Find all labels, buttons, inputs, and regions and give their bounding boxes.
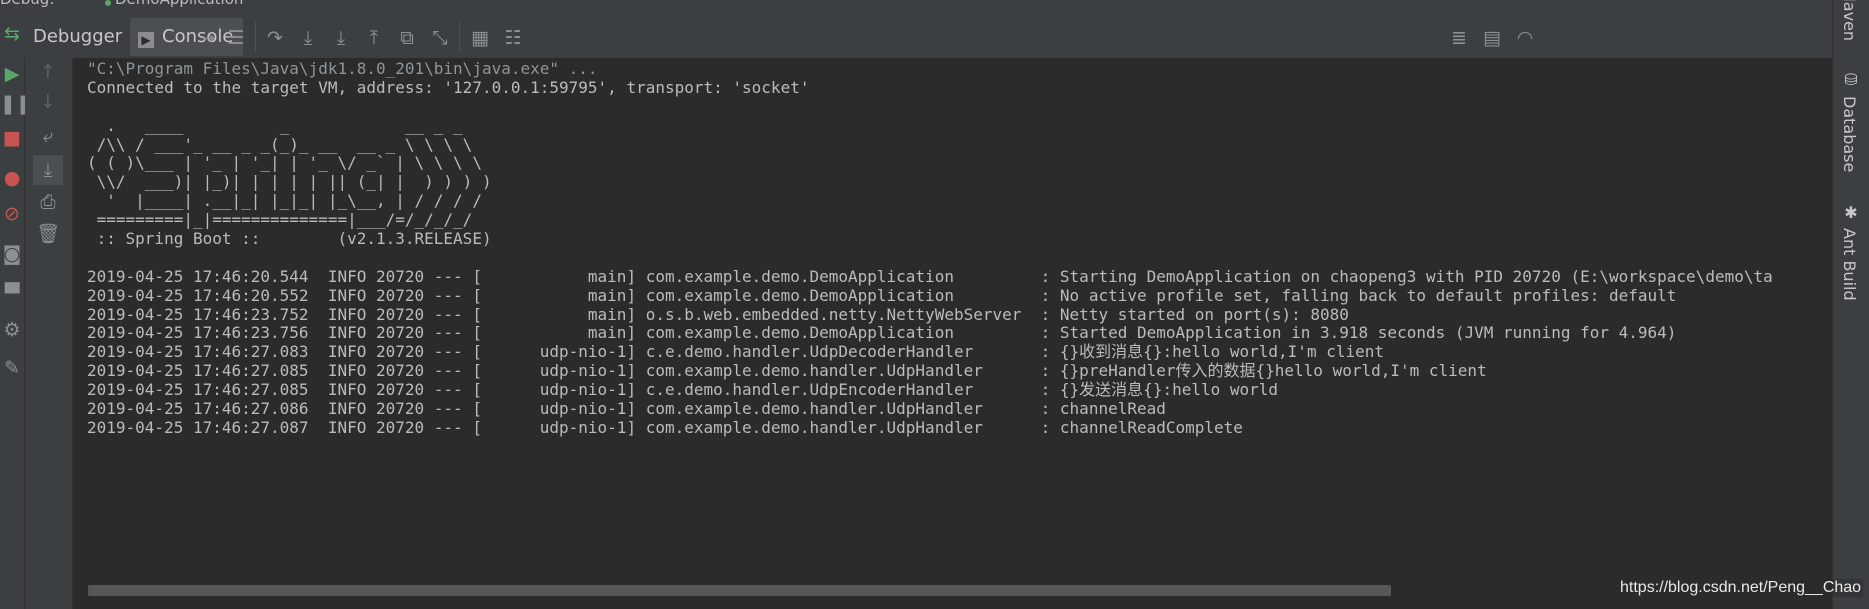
run-indicator-icon (105, 0, 111, 6)
log-line: 2019-04-25 17:46:27.085 INFO 20720 --- [… (87, 380, 1279, 400)
print-icon[interactable]: ⎙ (36, 190, 60, 214)
pin-icon[interactable]: ✎ (0, 356, 24, 380)
debug-tab-strip: Debug: DemoApplication (0, 0, 1869, 8)
tool-window-maven[interactable]: Maven (1840, 0, 1859, 41)
ant-icon: ✱ (1844, 203, 1858, 222)
console-side-toolbar: ↑ ↓ ⤶ ⤓ ⎙ 🗑 (25, 58, 73, 609)
run-to-cursor-icon[interactable]: ⤡ (428, 26, 452, 50)
log-line: 2019-04-25 17:46:23.756 INFO 20720 --- [… (87, 323, 1677, 343)
log-line: 2019-04-25 17:46:27.085 INFO 20720 --- [… (87, 361, 1487, 381)
toolbar-separator (459, 22, 460, 52)
debug-tab-label[interactable]: Debug: (0, 0, 54, 8)
banner-line: :: Spring Boot :: (v2.1.3.RELEASE) (87, 229, 492, 249)
tab-debugger[interactable]: Debugger (33, 18, 122, 56)
log-line: 2019-04-25 17:46:27.083 INFO 20720 --- [… (87, 342, 1385, 362)
settings-icon[interactable]: ⚙ (0, 318, 24, 342)
drop-frame-icon[interactable]: ⧉ (395, 26, 419, 50)
debug-toolbar: ⇆ Debugger ▶ Console ➔ ☰ ↷ ⤓ ⤓ ⤒ ⧉ ⤡ ▦ ☷ … (0, 8, 1869, 59)
resume-icon[interactable]: ▶ (0, 62, 24, 86)
log-line: 2019-04-25 17:46:23.752 INFO 20720 --- [… (87, 304, 1349, 324)
console-settings-icon[interactable]: ➔ (197, 26, 221, 50)
down-icon[interactable]: ↓ (36, 90, 60, 114)
tool-window-ant-build[interactable]: Ant Build (1840, 228, 1859, 301)
memory-icon[interactable]: ▤ (1480, 26, 1504, 50)
right-tool-strip: Maven ⛁ Database ✱ Ant Build (1832, 0, 1869, 609)
log-line: 2019-04-25 17:46:27.086 INFO 20720 --- [… (87, 399, 1166, 419)
console-line: "C:\Program Files\Java\jdk1.8.0_201\bin\… (87, 59, 598, 78)
console-line: Connected to the target VM, address: '12… (87, 77, 810, 97)
scroll-to-end-icon[interactable]: ⤓ (33, 155, 63, 185)
run-config-tab[interactable]: DemoApplication (115, 0, 243, 8)
horizontal-scrollbar[interactable] (88, 585, 1391, 596)
mute-breakpoints-icon[interactable]: ⊘ (0, 202, 24, 226)
menu-icon[interactable]: ☰ (224, 26, 248, 50)
banner-line: ( ( )\___ | '_ | '_| | '_ \/ _` | \ \ \ … (87, 153, 482, 173)
console-output[interactable]: "C:\Program Files\Java\jdk1.8.0_201\bin\… (73, 58, 1833, 582)
log-line: 2019-04-25 17:46:20.552 INFO 20720 --- [… (87, 285, 1677, 305)
console-icon: ▶ (138, 32, 154, 48)
step-over-icon[interactable]: ↷ (263, 26, 287, 50)
log-line: 2019-04-25 17:46:27.087 INFO 20720 --- [… (87, 417, 1243, 437)
stop-icon[interactable]: ■ (0, 126, 24, 150)
banner-line: \\/ ___)| |_)| | | | | || (_| | ) ) ) ) (87, 172, 492, 192)
banner-line: ' |____| .__|_| |_|_| |_\__, | / / / / (87, 191, 482, 211)
trace-icon[interactable]: ☷ (501, 26, 525, 50)
evaluate-icon[interactable]: ▦ (468, 26, 492, 50)
console-text: "C:\Program Files\Java\jdk1.8.0_201\bin\… (87, 59, 1773, 438)
banner-line: . ____ _ __ _ _ (87, 115, 463, 135)
pause-icon[interactable]: ❚❚ (0, 92, 32, 116)
align-icon[interactable]: ≣ (1447, 26, 1471, 50)
log-line: 2019-04-25 17:46:20.544 INFO 20720 --- [… (87, 266, 1773, 286)
force-step-into-icon[interactable]: ⤓ (329, 26, 353, 50)
toolbar-separator (255, 22, 256, 52)
up-icon[interactable]: ↑ (36, 60, 60, 84)
debug-actions-bar: ▶ ❚❚ ■ ● ⊘ ◙ ▀ ⚙ ✎ (0, 58, 32, 609)
performance-icon[interactable]: ◠ (1513, 26, 1537, 50)
soft-wrap-icon[interactable]: ⤶ (36, 124, 60, 148)
banner-line: =========|_|==============|___/=/_/_/_/ (87, 210, 473, 230)
layout-icon[interactable]: ▀ (0, 282, 24, 306)
step-out-icon[interactable]: ⤒ (362, 26, 386, 50)
step-into-icon[interactable]: ⤓ (296, 26, 320, 50)
tool-window-database[interactable]: Database (1840, 96, 1859, 172)
view-breakpoints-icon[interactable]: ● (0, 166, 24, 190)
camera-icon[interactable]: ◙ (0, 242, 24, 266)
banner-line: /\\ / ___'_ __ _ _(_)_ __ __ _ \ \ \ \ (87, 134, 473, 154)
clear-icon[interactable]: 🗑 (36, 222, 60, 246)
watermark: https://blog.csdn.net/Peng__Chao (1618, 579, 1864, 597)
rerun-icon[interactable]: ⇆ (0, 22, 24, 46)
database-icon: ⛁ (1844, 70, 1858, 89)
